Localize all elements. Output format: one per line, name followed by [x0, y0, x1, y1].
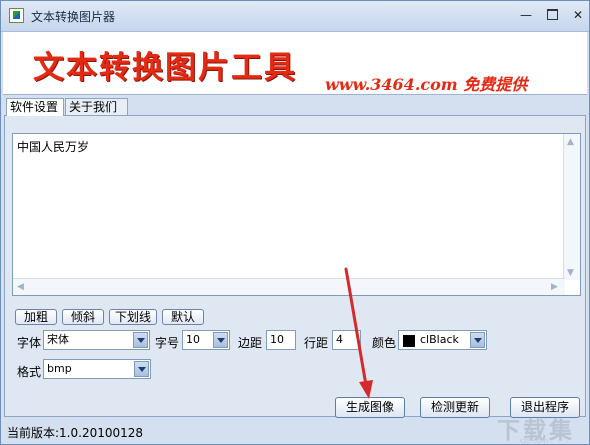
chevron-down-icon[interactable]	[134, 361, 149, 377]
status-version: 当前版本:1.0.20100128	[7, 426, 144, 440]
default-button[interactable]: 默认	[162, 309, 204, 325]
text-input-area[interactable]: 中国人民万岁 ▲ ▼ ◀ ▶	[12, 133, 581, 296]
title-bar: 文本转换图片器 — ✕	[1, 1, 589, 32]
chevron-down-icon[interactable]	[133, 332, 148, 348]
bold-button[interactable]: 加粗	[15, 309, 57, 325]
watermark-logo: 下载集 xzji.com	[489, 407, 587, 445]
format-label: 格式	[17, 365, 42, 379]
format-value: bmp	[47, 362, 72, 375]
generate-image-button[interactable]: 生成图像	[335, 397, 405, 418]
size-select[interactable]: 10	[182, 330, 230, 350]
line-spacing-label: 行距	[304, 336, 329, 350]
close-icon: ✕	[572, 8, 584, 22]
window-title: 文本转换图片器	[31, 10, 116, 24]
vertical-scrollbar[interactable]: ▲ ▼	[563, 134, 580, 280]
minimize-button[interactable]: —	[515, 7, 537, 24]
settings-panel: 中国人民万岁 ▲ ▼ ◀ ▶ 加粗 倾斜 下划线 默认 字体 宋体 字号 10	[4, 115, 586, 417]
font-value: 宋体	[47, 333, 69, 346]
line-spacing-value: 4	[336, 333, 343, 346]
italic-button[interactable]: 倾斜	[62, 309, 104, 325]
tab-software-settings[interactable]: 软件设置	[6, 98, 64, 116]
color-label: 颜色	[372, 336, 397, 350]
color-select[interactable]: clBlack	[398, 330, 487, 350]
scroll-right-icon[interactable]: ▶	[551, 282, 558, 292]
margin-label: 边距	[238, 336, 263, 350]
chevron-down-icon[interactable]	[470, 332, 485, 348]
color-value: clBlack	[420, 333, 459, 346]
margin-input[interactable]: 10	[266, 330, 296, 350]
underline-button[interactable]: 下划线	[109, 309, 157, 325]
banner-title: 文本转换图片工具	[33, 50, 297, 86]
size-value: 10	[186, 333, 200, 346]
text-content: 中国人民万岁	[17, 140, 90, 154]
horizontal-scrollbar[interactable]: ◀ ▶	[13, 278, 565, 295]
color-swatch	[403, 335, 415, 347]
watermark-subtext: xzji.com	[519, 437, 548, 445]
tab-about-us[interactable]: 关于我们	[65, 98, 128, 115]
close-button[interactable]: ✕	[567, 7, 589, 24]
maximize-icon	[546, 9, 558, 20]
scroll-up-icon[interactable]: ▲	[567, 137, 574, 147]
scroll-down-icon[interactable]: ▼	[567, 268, 574, 278]
line-spacing-input[interactable]: 4	[332, 330, 361, 350]
app-window: 文本转换图片器 — ✕ 文本转换图片工具 www.3464.com 免费提供 软…	[0, 0, 590, 445]
minimize-icon: —	[520, 8, 532, 22]
margin-value: 10	[270, 333, 284, 346]
chevron-down-icon[interactable]	[213, 332, 228, 348]
banner: 文本转换图片工具 www.3464.com 免费提供	[3, 32, 587, 95]
font-select[interactable]: 宋体	[43, 330, 150, 350]
app-icon	[9, 8, 24, 23]
maximize-button[interactable]	[541, 7, 563, 24]
scroll-left-icon[interactable]: ◀	[17, 282, 24, 292]
format-select[interactable]: bmp	[43, 359, 151, 379]
banner-subtitle: www.3464.com 免费提供	[325, 75, 528, 94]
check-update-button[interactable]: 检测更新	[420, 397, 490, 418]
size-label: 字号	[155, 336, 180, 350]
font-label: 字体	[17, 336, 42, 350]
